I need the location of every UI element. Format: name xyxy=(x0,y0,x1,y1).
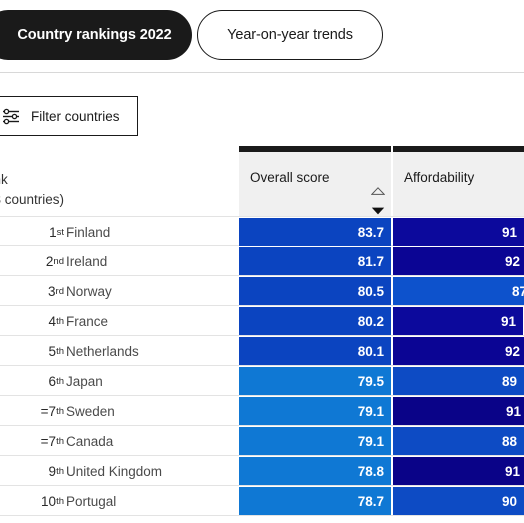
affordability-bar: 91 xyxy=(393,218,524,246)
cell-country: Netherlands xyxy=(66,343,139,359)
cell-rank: 10th xyxy=(41,493,64,509)
table-row[interactable]: 4th France 80.2 91 xyxy=(0,306,524,336)
cell-rank: 2nd xyxy=(45,253,64,269)
filter-countries-button[interactable]: Filter countries xyxy=(0,96,138,136)
cell-rank: =7 th xyxy=(40,403,64,419)
cell-overall-score: 78.8 xyxy=(239,456,391,486)
cell-country: United Kingdom xyxy=(66,463,163,479)
cell-affordability: 88 xyxy=(393,426,524,456)
cell-affordability: 91 xyxy=(393,306,524,336)
cell-overall-score: 79.1 xyxy=(239,396,391,426)
rank-header-line1: ank xyxy=(0,172,8,187)
affordability-bar: 91 xyxy=(393,457,524,485)
sort-toggle-overall-score[interactable] xyxy=(367,182,389,215)
table-row[interactable]: 1st Finland 83.7 91 xyxy=(0,216,524,246)
filter-countries-label: Filter countries xyxy=(31,108,120,124)
overall-score-bar: 79.1 xyxy=(239,397,391,425)
cell-rank: 4th xyxy=(48,313,64,329)
rankings-table: ank 13 countries) Overall score xyxy=(0,146,524,516)
cell-overall-score: 83.7 xyxy=(239,217,391,247)
rankings-panel: Country rankings 2022 Year-on-year trend… xyxy=(0,0,524,523)
overall-score-bar: 78.8 xyxy=(239,457,391,485)
cell-country: France xyxy=(66,313,109,329)
cell-country: Sweden xyxy=(66,403,115,419)
table-row[interactable]: 2nd Ireland 81.7 92 xyxy=(0,246,524,276)
table-row[interactable]: =7 th Canada 79.1 88 xyxy=(0,426,524,456)
cell-country: Canada xyxy=(66,433,114,449)
affordability-bar: 87 xyxy=(393,277,524,305)
cell-overall-score: 81.7 xyxy=(239,246,391,276)
tab-year-on-year-trends[interactable]: Year-on-year trends xyxy=(197,10,383,60)
cell-country: Japan xyxy=(66,373,103,389)
cell-rank: 6th xyxy=(48,373,64,389)
overall-score-bar: 78.7 xyxy=(239,487,391,515)
overall-score-bar: 81.7 xyxy=(239,247,391,275)
table-row[interactable]: =7 th Sweden 79.1 91 xyxy=(0,396,524,426)
cell-overall-score: 80.2 xyxy=(239,306,391,336)
overall-score-bar: 80.5 xyxy=(239,277,391,305)
column-header-rank: ank 13 countries) xyxy=(0,146,239,216)
cell-affordability: 92 xyxy=(393,246,524,276)
cell-overall-score: 80.5 xyxy=(239,276,391,306)
cell-affordability: 92 xyxy=(393,336,524,366)
affordability-bar: 91 xyxy=(393,397,524,425)
column-header-overall-score[interactable]: Overall score xyxy=(239,146,391,216)
cell-country: Ireland xyxy=(66,253,108,269)
tab-bar: Country rankings 2022 Year-on-year trend… xyxy=(0,0,524,70)
cell-rank: 9th xyxy=(48,463,64,479)
header-divider xyxy=(0,72,524,73)
cell-rank: 5th xyxy=(48,343,64,359)
cell-affordability: 91 xyxy=(393,456,524,486)
affordability-bar: 91 xyxy=(393,307,523,335)
table-row[interactable]: 9th United Kingdom 78.8 91 xyxy=(0,456,524,486)
cell-affordability: 90 xyxy=(393,486,524,516)
column-header-affordability[interactable]: Affordability xyxy=(393,146,524,216)
rank-header-line2: 13 countries) xyxy=(0,192,65,207)
cell-rank: =7 th xyxy=(40,433,64,449)
overall-score-bar: 79.5 xyxy=(239,367,391,395)
table-row[interactable]: 6th Japan 79.5 89 xyxy=(0,366,524,396)
table-row[interactable]: 3rd Norway 80.5 87 xyxy=(0,276,524,306)
table-body: 1st Finland 83.7 91 2nd Ireland 81.7 92 3rd Norwa… xyxy=(0,216,524,516)
tab-year-on-year-trends-label: Year-on-year trends xyxy=(227,27,353,43)
cell-affordability: 91 xyxy=(393,396,524,426)
cell-overall-score: 79.5 xyxy=(239,366,391,396)
cell-rank: 1st xyxy=(49,224,64,240)
cell-affordability: 89 xyxy=(393,366,524,396)
sliders-icon xyxy=(2,108,21,125)
cell-affordability: 87 xyxy=(393,276,524,306)
tab-country-rankings[interactable]: Country rankings 2022 xyxy=(0,10,192,60)
cell-overall-score: 79.1 xyxy=(239,426,391,456)
affordability-bar: 89 xyxy=(393,367,524,395)
cell-country: Finland xyxy=(66,224,111,240)
cell-country: Portugal xyxy=(66,493,117,509)
affordability-bar: 90 xyxy=(393,487,524,515)
affordability-bar: 92 xyxy=(393,247,524,275)
affordability-bar: 88 xyxy=(393,427,524,455)
cell-overall-score: 80.1 xyxy=(239,336,391,366)
table-row[interactable]: 5th Netherlands 80.1 92 xyxy=(0,336,524,366)
table-row[interactable]: 10th Portugal 78.7 90 xyxy=(0,486,524,516)
column-header-affordability-label: Affordability xyxy=(404,170,475,185)
cell-country: Norway xyxy=(66,283,112,299)
overall-score-bar: 80.1 xyxy=(239,337,391,365)
column-header-overall-score-label: Overall score xyxy=(250,170,330,185)
overall-score-bar: 79.1 xyxy=(239,427,391,455)
cell-overall-score: 78.7 xyxy=(239,486,391,516)
table-header-row: ank 13 countries) Overall score xyxy=(0,146,524,216)
cell-rank: 3rd xyxy=(48,283,64,299)
overall-score-bar: 80.2 xyxy=(239,307,391,335)
cell-affordability: 91 xyxy=(393,217,524,247)
triangle-up-outline-icon xyxy=(370,182,386,200)
tab-country-rankings-label: Country rankings 2022 xyxy=(17,27,172,43)
affordability-bar: 92 xyxy=(393,337,524,365)
overall-score-bar: 83.7 xyxy=(239,218,391,246)
